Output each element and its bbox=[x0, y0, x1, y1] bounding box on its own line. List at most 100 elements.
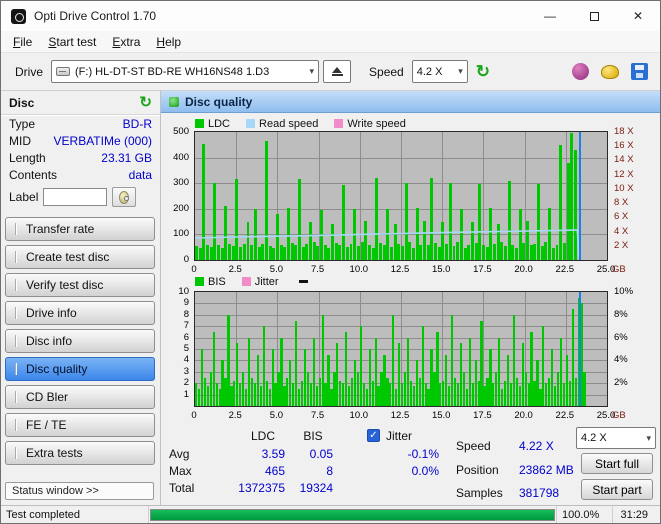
start-part-button[interactable]: Start part bbox=[581, 479, 653, 500]
data-bar bbox=[566, 355, 568, 406]
data-bar bbox=[513, 315, 515, 406]
data-bar bbox=[451, 315, 453, 406]
data-bar bbox=[219, 389, 221, 406]
data-bar bbox=[242, 372, 244, 406]
info-row-mid: MID VERBATIMe (000) bbox=[1, 132, 160, 149]
data-bar bbox=[522, 343, 524, 406]
data-bar bbox=[486, 378, 488, 407]
speed-select[interactable]: 4.2 X ▾ bbox=[412, 60, 468, 83]
refresh-disc-icon[interactable]: ↻ bbox=[139, 95, 152, 110]
data-bar bbox=[236, 343, 238, 406]
data-bar bbox=[366, 389, 368, 406]
window-controls: — ✕ bbox=[528, 1, 660, 31]
label-input[interactable] bbox=[43, 188, 107, 206]
progress-bar bbox=[150, 509, 555, 521]
minimize-button[interactable]: — bbox=[528, 1, 572, 31]
chevron-down-icon: ▾ bbox=[305, 66, 314, 77]
sidebar-item-transfer-rate[interactable]: Transfer rate bbox=[5, 217, 155, 241]
eject-icon-bar bbox=[332, 74, 343, 76]
data-bar bbox=[266, 381, 268, 406]
data-bar bbox=[239, 383, 241, 406]
data-bar bbox=[377, 386, 379, 407]
data-bar bbox=[439, 383, 441, 406]
data-bar bbox=[392, 315, 394, 406]
menu-file[interactable]: File bbox=[5, 33, 40, 51]
x-axis-label: 7.5 bbox=[303, 410, 333, 421]
sidebar-item-cd-bler[interactable]: CD Bler bbox=[5, 385, 155, 409]
data-bar bbox=[539, 389, 541, 406]
data-bar bbox=[469, 338, 471, 406]
data-bar bbox=[472, 383, 474, 406]
drive-select[interactable]: (F:) HL-DT-ST BD-RE WH16NS48 1.D3 ▾ bbox=[51, 60, 319, 83]
save-icon[interactable] bbox=[631, 63, 648, 80]
legend-item: Read speed bbox=[246, 118, 318, 130]
legend-label: LDC bbox=[208, 118, 230, 130]
status-window-button[interactable]: Status window >> bbox=[5, 482, 154, 500]
elapsed-time: 31:29 bbox=[615, 506, 660, 523]
menu-help[interactable]: Help bbox=[148, 33, 189, 51]
sidebar-item-verify-test-disc[interactable]: Verify test disc bbox=[5, 273, 155, 297]
refresh-icon[interactable]: ↻ bbox=[476, 63, 490, 80]
data-bar bbox=[510, 383, 512, 406]
y-axis-label: 6% bbox=[614, 332, 628, 343]
data-bar bbox=[533, 381, 535, 406]
disc-quality-icon bbox=[169, 97, 179, 107]
page-title-bar: Disc quality bbox=[161, 91, 660, 113]
sidebar-item-create-test-disc[interactable]: Create test disc bbox=[5, 245, 155, 269]
ldc-chart: LDCRead speedWrite speed 010020030040050… bbox=[161, 115, 660, 281]
data-bar bbox=[483, 386, 485, 407]
sidebar-item-drive-info[interactable]: Drive info bbox=[5, 301, 155, 325]
toolbar-right-icons bbox=[572, 63, 648, 80]
data-bar bbox=[528, 383, 530, 406]
data-bar bbox=[216, 383, 218, 406]
data-bar bbox=[554, 386, 556, 407]
data-bar bbox=[269, 389, 271, 406]
data-bar bbox=[501, 389, 503, 406]
data-bar bbox=[583, 372, 585, 406]
drive-icon bbox=[56, 67, 70, 76]
close-button[interactable]: ✕ bbox=[616, 1, 660, 31]
menubar: File Start test Extra Help bbox=[1, 31, 660, 53]
data-bar bbox=[416, 360, 418, 406]
total-bis: 19324 bbox=[289, 481, 333, 495]
menu-start-test[interactable]: Start test bbox=[40, 33, 104, 51]
data-bar bbox=[419, 378, 421, 407]
avg-bis: 0.05 bbox=[289, 447, 333, 461]
data-bar bbox=[575, 378, 577, 407]
ldc-legend: LDCRead speedWrite speed bbox=[195, 117, 406, 130]
end-position-line bbox=[579, 292, 581, 406]
start-full-button[interactable]: Start full bbox=[581, 453, 653, 474]
sidebar-item-disc-quality[interactable]: Disc quality bbox=[5, 357, 155, 381]
app-window: Opti Drive Control 1.70 — ✕ File Start t… bbox=[0, 0, 661, 524]
data-bar bbox=[536, 360, 538, 406]
burn-icon[interactable] bbox=[572, 63, 589, 80]
data-bar bbox=[327, 355, 329, 406]
sidebar-item-fe-te[interactable]: FE / TE bbox=[5, 413, 155, 437]
info-value: VERBATIMe (000) bbox=[54, 134, 152, 148]
legend-swatch bbox=[195, 119, 204, 128]
sidebar: Disc ↻ Type BD-R MID VERBATIMe (000) Len… bbox=[1, 91, 161, 505]
menu-extra[interactable]: Extra bbox=[104, 33, 148, 51]
legend-label: Read speed bbox=[259, 118, 318, 130]
data-bar bbox=[427, 389, 429, 406]
eject-button[interactable] bbox=[323, 60, 351, 83]
statusbar: Test completed 100.0% 31:29 bbox=[1, 505, 660, 523]
data-bar bbox=[454, 378, 456, 407]
data-bar bbox=[495, 372, 497, 406]
sidebar-item-extra-tests[interactable]: Extra tests bbox=[5, 441, 155, 465]
data-bar bbox=[304, 349, 306, 406]
jitter-checkbox[interactable]: ✓ bbox=[367, 429, 380, 442]
y-axis-label: 1 bbox=[184, 389, 189, 400]
eject-icon bbox=[332, 67, 342, 73]
data-bar bbox=[339, 381, 341, 406]
position-marker bbox=[299, 280, 308, 283]
maximize-button[interactable] bbox=[572, 1, 616, 31]
data-bar bbox=[413, 386, 415, 407]
status-text: Test completed bbox=[1, 506, 149, 523]
disc-label-button[interactable] bbox=[112, 187, 136, 207]
sidebar-item-disc-info[interactable]: Disc info bbox=[5, 329, 155, 353]
result-speed-select[interactable]: 4.2 X ▾ bbox=[576, 427, 656, 449]
data-bar bbox=[519, 386, 521, 407]
tools-icon[interactable] bbox=[601, 65, 619, 79]
drive-select-value: (F:) HL-DT-ST BD-RE WH16NS48 1.D3 bbox=[75, 66, 269, 78]
